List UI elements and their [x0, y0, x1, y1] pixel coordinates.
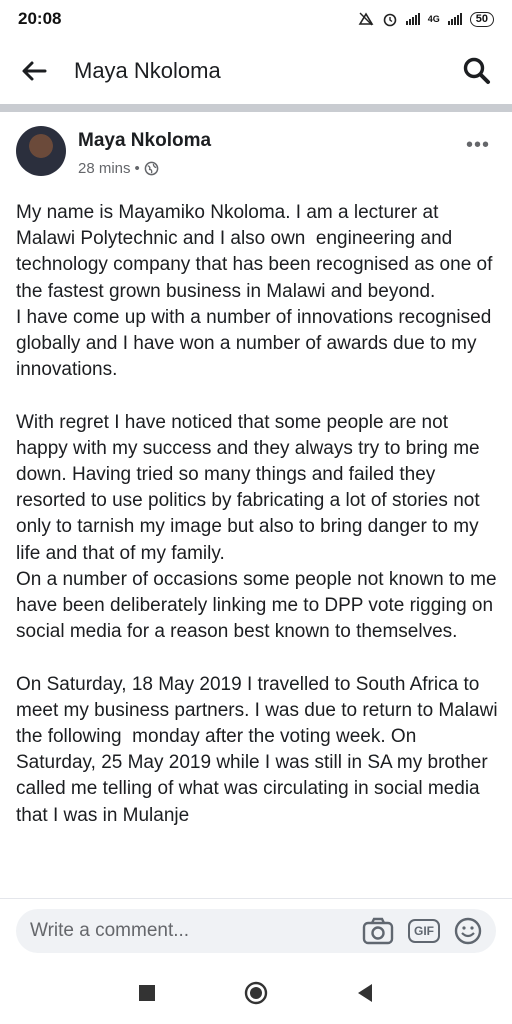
post-time[interactable]: 28 mins [78, 160, 131, 177]
comment-bar: Write a comment... GIF [0, 898, 512, 963]
home-icon[interactable] [244, 981, 268, 1005]
page-title: Maya Nkoloma [74, 58, 221, 83]
signal-icon [405, 13, 420, 25]
gif-icon[interactable]: GIF [408, 919, 440, 943]
comment-actions: GIF [362, 917, 482, 945]
comment-placeholder: Write a comment... [30, 920, 190, 941]
section-divider [0, 104, 512, 112]
network-type: 4G [427, 14, 440, 24]
post-body: My name is Mayamiko Nkoloma. I am a lect… [16, 202, 498, 826]
post-author[interactable]: Maya Nkoloma [78, 130, 211, 152]
status-icons: 4G 50 [358, 11, 494, 27]
meta-separator: • [134, 160, 140, 177]
avatar[interactable] [16, 126, 66, 176]
signal-icon-2 [447, 13, 462, 25]
post-header: Maya Nkoloma 28 mins • ••• [0, 112, 512, 190]
data-saver-icon [358, 12, 374, 26]
recents-icon[interactable] [138, 984, 156, 1002]
alarm-icon [383, 13, 397, 27]
battery-icon: 50 [469, 11, 494, 27]
comment-input[interactable]: Write a comment... GIF [16, 909, 496, 953]
search-icon[interactable] [462, 56, 492, 86]
post-meta: 28 mins • [78, 160, 159, 177]
app-bar: Maya Nkoloma [0, 38, 512, 104]
globe-icon [144, 161, 159, 176]
status-time: 20:08 [18, 9, 62, 28]
back-arrow-icon[interactable] [20, 57, 48, 85]
camera-icon[interactable] [362, 917, 394, 945]
status-bar: 20:08 4G 50 [0, 0, 512, 38]
emoji-icon[interactable] [454, 917, 482, 945]
system-nav-bar [0, 962, 512, 1024]
more-options-icon[interactable]: ••• [466, 134, 490, 157]
back-nav-icon[interactable] [356, 983, 374, 1003]
